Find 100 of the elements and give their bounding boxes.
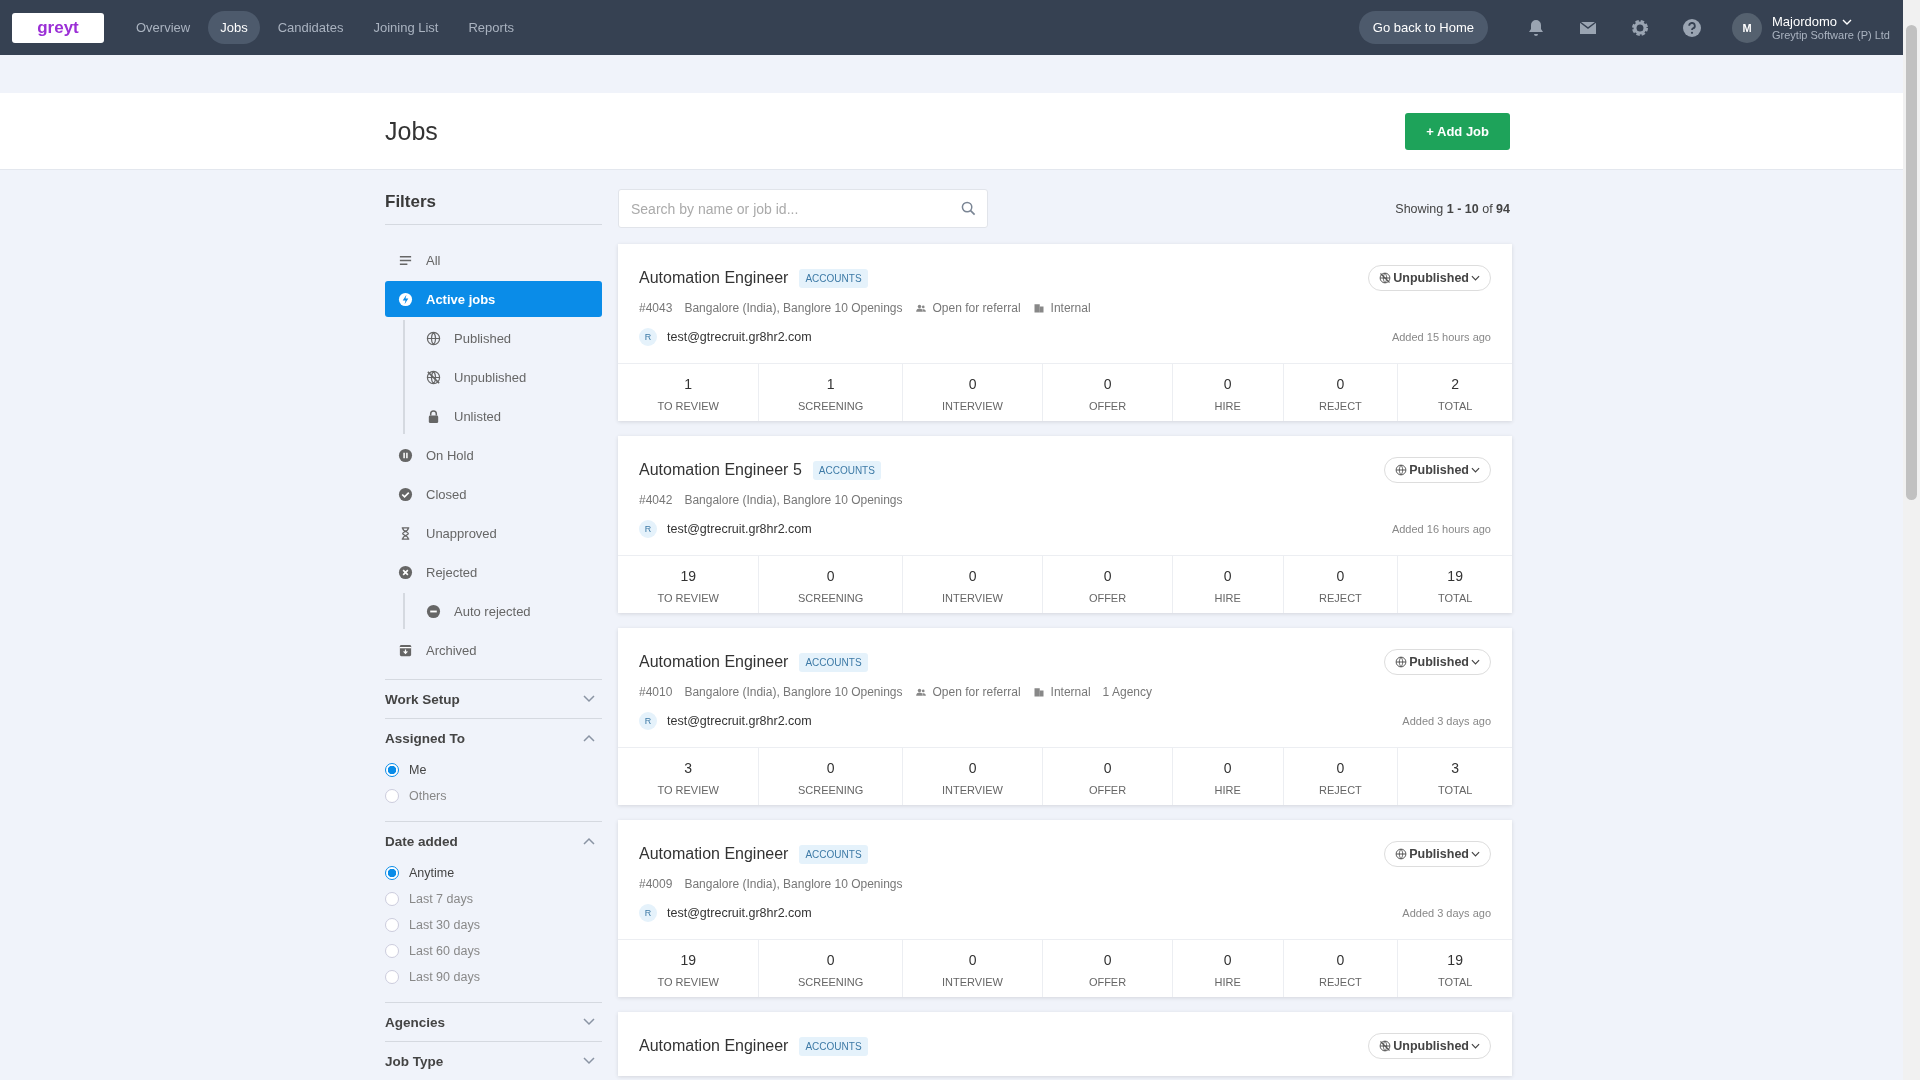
scrollbar[interactable] bbox=[1903, 0, 1920, 1080]
job-meta-text: #4042 bbox=[639, 493, 673, 507]
chevron-up-icon[interactable] bbox=[583, 837, 595, 845]
pipeline-stat[interactable]: 0 INTERVIEW bbox=[901, 940, 1043, 997]
pipeline-stat[interactable]: 0 OFFER bbox=[1042, 556, 1172, 613]
filter-item[interactable]: Published bbox=[413, 320, 602, 356]
pipeline-stat[interactable]: 1 TO REVIEW bbox=[618, 364, 759, 421]
pipeline-stat[interactable]: 0 HIRE bbox=[1171, 556, 1283, 613]
recruiter-email: test@gtrecruit.gr8hr2.com bbox=[667, 714, 812, 728]
pipeline-stat[interactable]: 0 INTERVIEW bbox=[901, 748, 1043, 805]
chevron-up-icon[interactable] bbox=[583, 734, 595, 742]
pipeline-stat[interactable]: 0 REJECT bbox=[1282, 940, 1398, 997]
pipeline-stat[interactable]: 0 SCREENING bbox=[758, 940, 902, 997]
pipeline-stat[interactable]: 0 REJECT bbox=[1282, 364, 1398, 421]
pipeline-stat[interactable]: 0 OFFER bbox=[1042, 940, 1172, 997]
job-title[interactable]: Automation Engineer bbox=[639, 845, 789, 863]
job-title[interactable]: Automation Engineer bbox=[639, 269, 789, 287]
nav-tab[interactable]: Joining List bbox=[361, 11, 451, 44]
job-card[interactable] bbox=[618, 244, 1512, 421]
filter-section-title[interactable]: Job Type bbox=[385, 1053, 444, 1069]
filter-section-title[interactable]: Date added bbox=[385, 833, 458, 849]
radio-button[interactable] bbox=[385, 944, 399, 958]
lock-icon bbox=[426, 408, 441, 424]
publish-status-dropdown[interactable]: Published bbox=[1384, 841, 1491, 867]
nav-tab[interactable]: Overview bbox=[124, 11, 203, 44]
nav-tab[interactable]: Jobs bbox=[208, 11, 260, 44]
pipeline-stat[interactable]: 1 SCREENING bbox=[758, 364, 902, 421]
radio-button[interactable] bbox=[385, 918, 399, 932]
radio-label[interactable]: Me bbox=[409, 763, 427, 777]
crossed-globe-icon bbox=[426, 369, 441, 385]
user-name[interactable]: Majordomo bbox=[1772, 14, 1838, 29]
publish-status-dropdown[interactable]: Published bbox=[1384, 457, 1491, 483]
pipeline-stat[interactable]: 19 TO REVIEW bbox=[618, 556, 759, 613]
nav-tab[interactable]: Candidates bbox=[265, 11, 356, 44]
job-card[interactable]: Automation Engineer ACCOUNTS Unpublished bbox=[618, 1012, 1512, 1076]
help-icon[interactable] bbox=[1682, 17, 1702, 38]
filter-item[interactable]: Auto rejected bbox=[413, 593, 602, 629]
pipeline-stat[interactable]: 0 INTERVIEW bbox=[901, 556, 1043, 613]
recruiter-avatar: R bbox=[639, 712, 657, 730]
pipeline-stat[interactable]: 0 SCREENING bbox=[758, 556, 902, 613]
search-field[interactable]: Search by name or job id... bbox=[618, 189, 988, 228]
pipeline-stat[interactable]: 0 HIRE bbox=[1171, 748, 1283, 805]
filter-section-title[interactable]: Assigned To bbox=[385, 730, 465, 746]
pipeline-stat[interactable]: 0 INTERVIEW bbox=[901, 364, 1043, 421]
radio-button[interactable] bbox=[385, 789, 399, 803]
pipeline-stat[interactable]: 0 OFFER bbox=[1042, 748, 1172, 805]
filter-item[interactable]: Archived bbox=[385, 632, 602, 668]
settings-icon[interactable] bbox=[1630, 17, 1650, 38]
filter-item[interactable]: All bbox=[385, 242, 602, 278]
filter-item[interactable]: Active jobs bbox=[385, 281, 602, 317]
publish-status-dropdown[interactable]: Unpublished bbox=[1368, 265, 1491, 291]
filter-item[interactable]: Unapproved bbox=[385, 515, 602, 551]
active-status-icon bbox=[398, 291, 413, 307]
pipeline-stat[interactable]: 19 TOTAL bbox=[1397, 556, 1512, 613]
radio-button[interactable] bbox=[385, 866, 399, 880]
job-card[interactable] bbox=[618, 628, 1512, 805]
pipeline-stat[interactable]: 0 OFFER bbox=[1042, 364, 1172, 421]
pipeline-stat[interactable]: 0 REJECT bbox=[1282, 748, 1398, 805]
pipeline-stat[interactable]: 19 TO REVIEW bbox=[618, 940, 759, 997]
job-title[interactable]: Automation Engineer bbox=[639, 653, 789, 671]
radio-button[interactable] bbox=[385, 892, 399, 906]
notification-bell-icon[interactable] bbox=[1526, 17, 1546, 38]
filter-section-title[interactable]: Work Setup bbox=[385, 691, 460, 707]
radio-button[interactable] bbox=[385, 763, 399, 777]
filter-item[interactable]: Unlisted bbox=[413, 398, 602, 434]
pipeline-stat[interactable]: 0 HIRE bbox=[1171, 364, 1283, 421]
job-title[interactable]: Automation Engineer bbox=[639, 1037, 789, 1055]
pipeline-stat[interactable]: 2 TOTAL bbox=[1397, 364, 1512, 421]
job-meta-text: Bangalore (India), Banglore 10 Openings bbox=[684, 301, 903, 315]
added-time: Added 16 hours ago bbox=[1391, 523, 1491, 535]
pipeline-stat[interactable]: 19 TOTAL bbox=[1397, 940, 1512, 997]
job-meta-text: Open for referral bbox=[932, 301, 1021, 315]
nav-tab[interactable]: Reports bbox=[456, 11, 526, 44]
go-back-home-button[interactable]: Go back to Home bbox=[1358, 11, 1488, 44]
publish-status-dropdown[interactable]: Published bbox=[1384, 649, 1491, 675]
recruiter-avatar: R bbox=[639, 328, 657, 346]
pipeline-stat[interactable]: 0 REJECT bbox=[1282, 556, 1398, 613]
radio-button[interactable] bbox=[385, 970, 399, 984]
filter-item[interactable]: Rejected bbox=[385, 554, 602, 590]
user-avatar[interactable]: M bbox=[1732, 12, 1762, 43]
job-title[interactable]: Automation Engineer 5 bbox=[639, 461, 802, 479]
filter-item[interactable]: Closed bbox=[385, 476, 602, 512]
results-count: Showing 1 - 10 of 94 bbox=[1395, 201, 1510, 216]
job-meta-text: Bangalore (India), Banglore 10 Openings bbox=[684, 685, 903, 699]
pipeline-stat[interactable]: 3 TOTAL bbox=[1397, 748, 1512, 805]
filter-item[interactable]: Unpublished bbox=[413, 359, 602, 395]
pipeline-stat[interactable]: 0 HIRE bbox=[1171, 940, 1283, 997]
publish-status-dropdown[interactable]: Unpublished bbox=[1368, 1033, 1491, 1059]
radio-label[interactable]: Anytime bbox=[409, 866, 455, 880]
logo[interactable]: greyt bbox=[12, 12, 104, 43]
job-card[interactable]: Automation Engineer ACCOUNTS Published #4009 Bangalore (India), Banglore 10 Openings R test@gtrecruit.gr8hr2.com Added 3 days ago 19 TO REVIEW 0 SCREENING 0 INTERVIEW 0 OFFER 0 HIRE 0 REJECT 19 TOTAL bbox=[618, 820, 1512, 997]
pipeline-stat[interactable]: 3 TO REVIEW bbox=[618, 748, 759, 805]
pipeline-stat[interactable]: 0 SCREENING bbox=[758, 748, 902, 805]
job-card[interactable] bbox=[618, 436, 1512, 613]
job-meta-text: Bangalore (India), Banglore 10 Openings bbox=[684, 877, 903, 891]
chevron-down-icon bbox=[1471, 467, 1480, 473]
chevron-down-icon bbox=[1471, 275, 1480, 281]
filter-item[interactable]: On Hold bbox=[385, 437, 602, 473]
filter-section-title[interactable]: Agencies bbox=[385, 1014, 446, 1030]
people-icon bbox=[914, 686, 927, 698]
